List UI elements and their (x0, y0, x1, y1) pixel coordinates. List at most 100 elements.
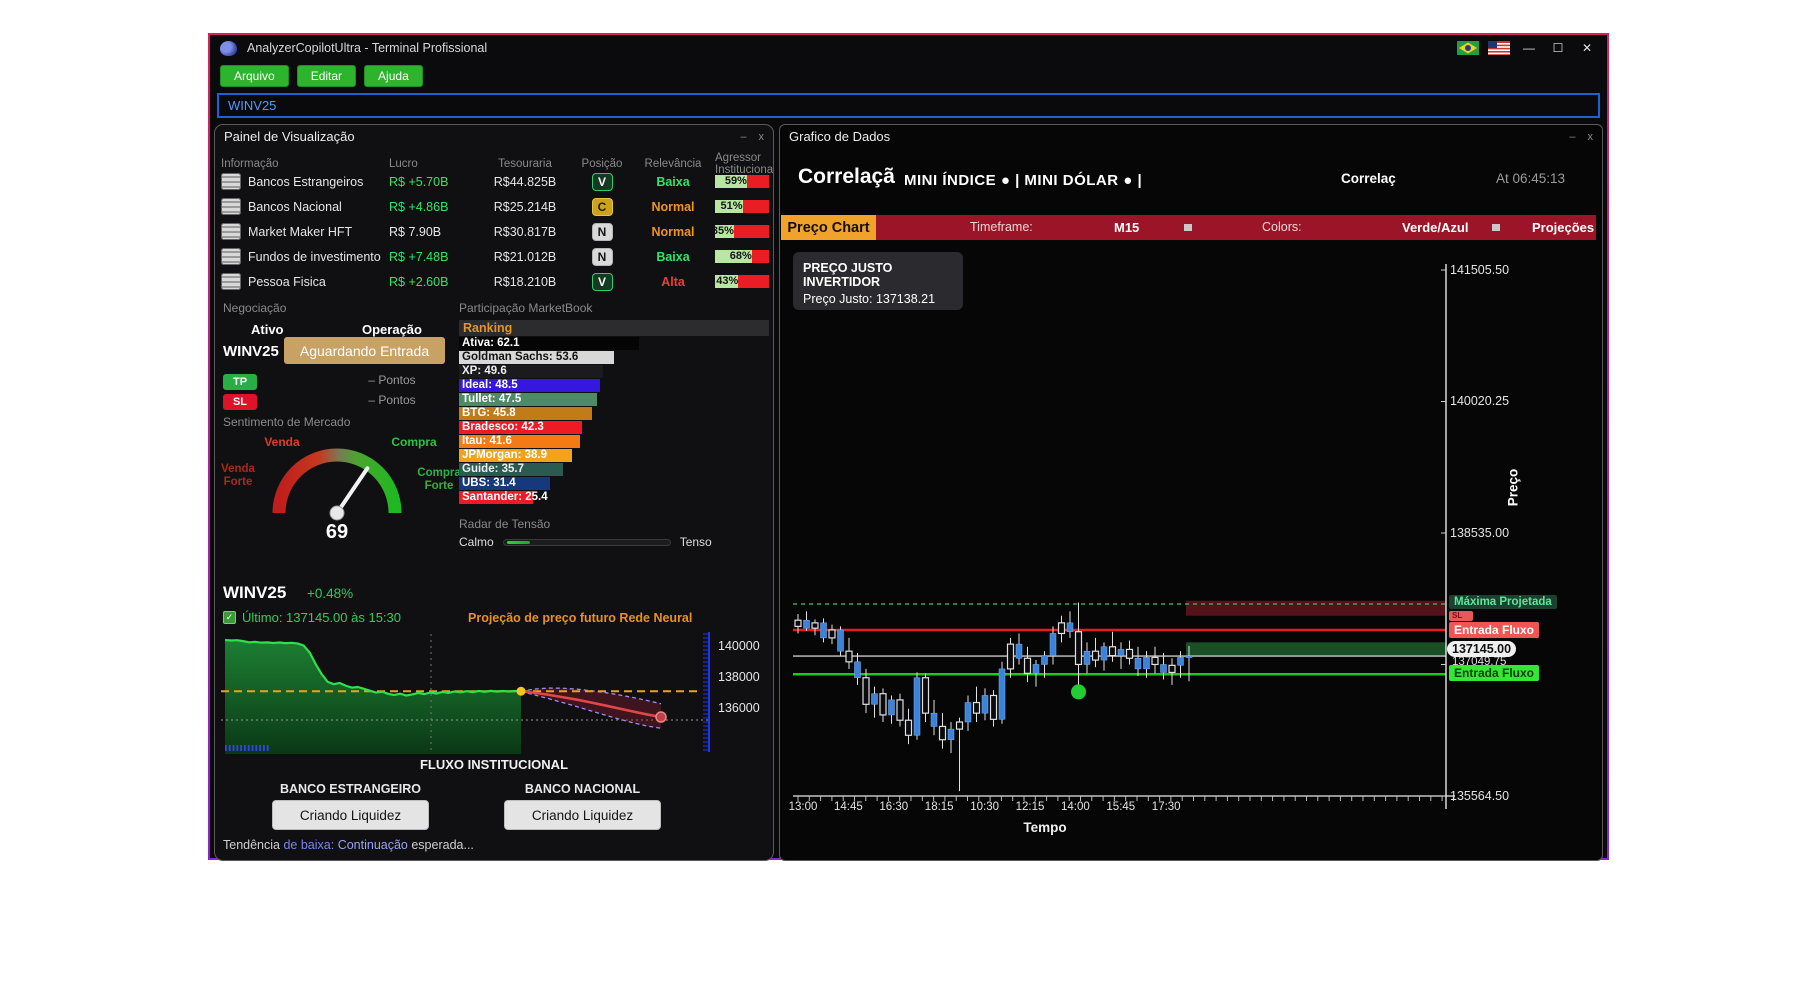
projections-button[interactable]: Projeções (1532, 215, 1594, 240)
row-tesouraria: R$44.825B (477, 175, 573, 189)
operacao-status-button[interactable]: Aguardando Entrada (284, 337, 445, 364)
row-name-cell: Bancos Estrangeiros (221, 173, 389, 190)
y-tick-label: 135564.50 (1450, 789, 1509, 803)
trend-status-segment: esperada... (411, 838, 474, 852)
panel-minimize-icon[interactable]: – (1569, 131, 1575, 143)
table-row: Fundos de investimentoR$ +7.48BR$21.012B… (221, 244, 769, 269)
colors-label: Colors: (1262, 215, 1302, 240)
row-relevancia: Alta (631, 275, 715, 289)
row-lucro: R$ +4.86B (389, 200, 477, 214)
radar-track (503, 539, 671, 546)
candle (829, 625, 835, 644)
criando-liquidez-nacional-button[interactable]: Criando Liquidez (504, 800, 661, 830)
entrada-fluxo-red-badge: Entrada Fluxo (1449, 622, 1539, 638)
close-button[interactable]: ✕ (1577, 41, 1597, 55)
candle (940, 713, 946, 748)
agressor-bar: 43% (715, 275, 769, 288)
tooltip-value: Preço Justo: 137138.21 (803, 292, 953, 306)
row-lucro: R$ +2.60B (389, 275, 477, 289)
symbol-input[interactable] (217, 93, 1600, 118)
candle (1059, 616, 1065, 643)
candle (821, 618, 827, 642)
radar-left-label: Calmo (459, 535, 494, 549)
retail-person-icon (221, 273, 241, 290)
table-row: Bancos EstrangeirosR$ +5.70BR$44.825BVBa… (221, 169, 769, 194)
row-name: Fundos de investimento (248, 250, 381, 264)
ranking-bar: BTG: 45.8 (459, 407, 592, 420)
ranking-bar: XP: 49.6 (459, 365, 603, 378)
candle (965, 695, 971, 730)
row-lucro: R$ +5.70B (389, 175, 477, 189)
panel-minimize-icon[interactable]: – (740, 131, 746, 143)
agressor-pct: 51% (721, 200, 743, 213)
candle (999, 662, 1005, 724)
row-name-cell: Bancos Nacional (221, 198, 389, 215)
sentimento-label: Sentimento de Mercado (223, 415, 350, 429)
right-panel-title: Grafico de Dados (789, 129, 890, 144)
row-agressor-cell: 35% (715, 225, 769, 238)
trend-status-segment: Continuação (338, 838, 412, 852)
mini-projection-label: Projeção de preço futuro Rede Neural (468, 611, 692, 625)
row-relevancia: Normal (631, 200, 715, 214)
row-name: Market Maker HFT (248, 225, 352, 239)
app-window: AnalyzerCopilotUltra - Terminal Profissi… (208, 33, 1609, 860)
ativo-value: WINV25 (223, 343, 279, 360)
marketbook-section: Participação MarketBook Ranking Ativa: 6… (459, 301, 769, 549)
negociacao-label: Negociação (223, 301, 286, 315)
flow-signal-dot (1071, 684, 1086, 699)
row-agressor-cell: 43% (715, 275, 769, 288)
trend-status-segment: de baixa: (283, 838, 337, 852)
ranking-header: Ranking (459, 320, 769, 336)
minimize-button[interactable]: — (1519, 41, 1539, 55)
timeframe-dropdown-icon[interactable] (1184, 224, 1192, 231)
panel-close-icon[interactable]: x (759, 131, 765, 143)
maxima-projetada-badge: Máxima Projetada (1449, 595, 1557, 609)
brain-icon (220, 41, 237, 56)
candle (1118, 642, 1124, 669)
data-chart-panel: Grafico de Dados – x Correlaçã MINI ÍNDI… (779, 124, 1603, 861)
agressor-pct: 35% (712, 225, 734, 238)
row-posicao: V (573, 173, 631, 191)
radar-label: Radar de Tensão (459, 517, 769, 531)
timestamp: At 06:45:13 (1496, 171, 1565, 186)
menu-ajuda[interactable]: Ajuda (364, 65, 423, 87)
agressor-pct: 68% (730, 250, 752, 263)
candle (1033, 660, 1039, 687)
table-row: Market Maker HFTR$ 7.90BR$30.817BNNormal… (221, 219, 769, 244)
menu-editar[interactable]: Editar (297, 65, 356, 87)
candle (812, 619, 818, 635)
row-relevancia: Baixa (631, 250, 715, 264)
preco-chart-button[interactable]: Preço Chart (781, 215, 876, 240)
panel-close-icon[interactable]: x (1588, 131, 1594, 143)
mini-y-tick-label: 140000 (718, 639, 760, 653)
x-tick-label: 14:00 (1053, 801, 1097, 813)
colors-value[interactable]: Verde/Azul (1402, 215, 1468, 240)
mini-price-chart (221, 628, 715, 755)
maximize-button[interactable]: ☐ (1548, 41, 1568, 55)
row-lucro: R$ +7.48B (389, 250, 477, 264)
agressor-bar: 35% (715, 225, 769, 238)
investment-funds-icon (221, 248, 241, 265)
ranking-bar: Tullet: 47.5 (459, 393, 597, 406)
candle (914, 672, 920, 739)
colors-dropdown-icon[interactable] (1492, 224, 1500, 231)
candle (1008, 638, 1014, 678)
row-name-cell: Fundos de investimento (221, 248, 389, 265)
brazil-flag-icon (1457, 41, 1479, 55)
candle (1110, 632, 1116, 662)
y-tick-label: 138535.00 (1450, 526, 1509, 540)
menu-arquivo[interactable]: Arquivo (220, 65, 289, 87)
last-price-checkbox-icon[interactable]: ✓ (223, 611, 236, 624)
row-agressor-cell: 68% (715, 250, 769, 263)
foreign-banks-icon (221, 173, 241, 190)
ranking-bar: UBS: 31.4 (459, 477, 550, 490)
timeframe-value[interactable]: M15 (1114, 215, 1139, 240)
correlation-title: Correlaçã (798, 165, 895, 189)
criando-liquidez-estrangeiro-button[interactable]: Criando Liquidez (272, 800, 429, 830)
ranking-bar: Santander: 25.4 (459, 491, 533, 504)
correlation-right-label: Correlaç (1341, 171, 1396, 186)
ranking-list: Ativa: 62.1Goldman Sachs: 53.6XP: 49.6Id… (459, 337, 769, 504)
candle (1101, 642, 1107, 670)
posicao-badge: N (592, 223, 613, 241)
candle (923, 673, 929, 722)
